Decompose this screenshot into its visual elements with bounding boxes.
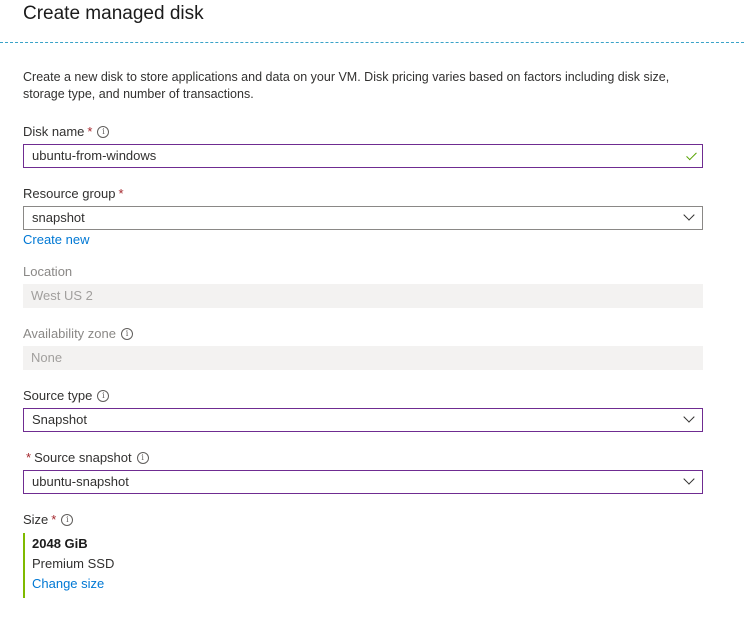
- resource-group-label: Resource group *: [23, 186, 124, 201]
- availability-zone-value: None: [31, 350, 63, 365]
- source-snapshot-value: ubuntu-snapshot: [32, 474, 129, 489]
- create-new-link[interactable]: Create new: [23, 232, 89, 247]
- info-icon[interactable]: i: [97, 389, 110, 402]
- chevron-down-icon: [683, 473, 695, 485]
- size-tier: Premium SSD: [32, 556, 115, 571]
- availability-zone-field: None: [23, 346, 703, 370]
- source-snapshot-label: * Source snapshot i: [26, 450, 149, 465]
- availability-zone-label-text: Availability zone: [23, 326, 116, 341]
- disk-name-label-text: Disk name: [23, 124, 85, 139]
- size-label: Size * i: [23, 512, 74, 527]
- required-marker: *: [87, 124, 93, 139]
- required-marker: *: [51, 512, 57, 527]
- size-summary: 2048 GiB Premium SSD Change size: [23, 533, 114, 598]
- checkmark-icon: [686, 149, 697, 161]
- source-type-dropdown[interactable]: Snapshot: [23, 408, 703, 432]
- resource-group-value: snapshot: [32, 210, 85, 225]
- title-divider: [0, 42, 744, 43]
- info-icon[interactable]: i: [136, 451, 149, 464]
- source-type-label: Source type i: [23, 388, 110, 403]
- chevron-down-icon: [683, 209, 695, 221]
- required-marker: *: [26, 450, 32, 465]
- disk-name-label: Disk name * i: [23, 124, 110, 139]
- source-type-label-text: Source type: [23, 388, 93, 403]
- availability-zone-label: Availability zone i: [23, 326, 133, 341]
- info-icon[interactable]: i: [97, 125, 110, 138]
- location-label-text: Location: [23, 264, 73, 279]
- change-size-link[interactable]: Change size: [32, 576, 114, 591]
- source-snapshot-dropdown[interactable]: ubuntu-snapshot: [23, 470, 703, 494]
- size-label-text: Size: [23, 512, 49, 527]
- page-title: Create managed disk: [23, 3, 204, 24]
- chevron-down-icon: [683, 411, 695, 423]
- source-type-value: Snapshot: [32, 412, 87, 427]
- disk-name-value: ubuntu-from-windows: [32, 148, 157, 163]
- description: Create a new disk to store applications …: [23, 70, 670, 101]
- info-icon[interactable]: i: [61, 513, 74, 526]
- resource-group-label-text: Resource group: [23, 186, 116, 201]
- resource-group-dropdown[interactable]: snapshot: [23, 206, 703, 230]
- required-marker: *: [118, 186, 124, 201]
- size-value: 2048 GiB: [32, 536, 88, 551]
- location-field: West US 2: [23, 284, 703, 308]
- disk-name-input[interactable]: ubuntu-from-windows: [23, 144, 703, 168]
- location-value: West US 2: [31, 288, 93, 303]
- source-snapshot-label-text: Source snapshot: [34, 450, 132, 465]
- info-icon[interactable]: i: [120, 327, 133, 340]
- location-label: Location: [23, 264, 72, 279]
